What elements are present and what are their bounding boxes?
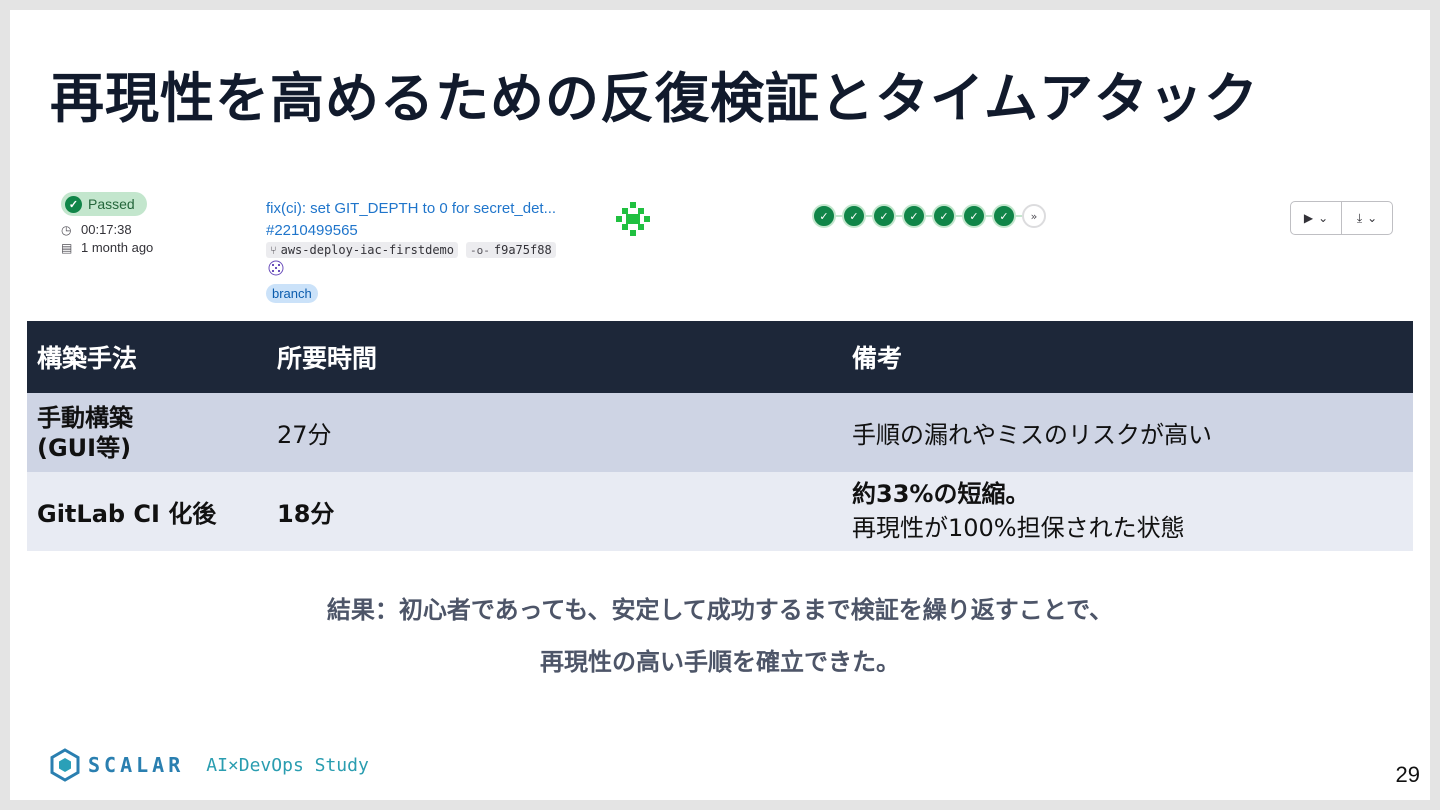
status-badge[interactable]: ✓ Passed [61,192,147,216]
conclusion-line-2: 再現性の高い手順を確立できた。 [540,648,900,676]
ref-row: ⑂ aws-deploy-iac-firstdemo -o- f9a75f88 [266,242,556,258]
chevron-down-icon: ⌄ [1318,211,1329,225]
stage-passed-icon[interactable]: ✓ [902,204,926,228]
duration-value: 00:17:38 [81,222,132,237]
check-circle-icon: ✓ [65,195,82,213]
commit-title-link[interactable]: fix(ci): set GIT_DEPTH to 0 for secret_d… [266,200,556,217]
page-number: 29 [1395,762,1420,787]
commit-sha-chip[interactable]: -o- f9a75f88 [466,242,556,258]
method-line: (GUI等) [37,433,132,462]
pipeline-actions: ▶ ⌄ ⤓ ⌄ [1290,201,1393,235]
header-time: 所要時間 [267,321,842,393]
user-avatar-icon[interactable] [614,200,652,238]
study-name: AI×DevOps Study [206,754,369,776]
download-icon: ⤓ [1356,210,1363,225]
comparison-table: 構築手法 所要時間 備考 手動構築 (GUI等) 27分 手順の漏れやミスのリス… [27,321,1413,551]
note-highlight: 約33%の短縮。 [852,479,1030,508]
branch-ref-chip[interactable]: ⑂ aws-deploy-iac-firstdemo [266,242,458,258]
cell-method: GitLab CI 化後 [27,472,267,551]
stage-passed-icon[interactable]: ✓ [872,204,896,228]
download-dropdown-button[interactable]: ⤓ ⌄ [1341,202,1392,234]
branch-tag[interactable]: branch [266,284,318,303]
duration: ◷ 00:17:38 [61,222,132,237]
run-dropdown-button[interactable]: ▶ ⌄ [1291,202,1341,234]
header-note: 備考 [842,321,1413,393]
conclusion-line-1: 結果：初心者であっても、安定して成功するまで検証を繰り返すことで、 [326,596,1114,624]
clock-icon: ◷ [61,222,72,237]
cell-note: 約33%の短縮。 再現性が100%担保された状態 [842,472,1413,551]
branch-ref-label: aws-deploy-iac-firstdemo [280,243,454,257]
stage-passed-icon[interactable]: ✓ [962,204,986,228]
status-label: Passed [88,196,135,212]
calendar-icon: ▤ [61,240,73,255]
stage-passed-icon[interactable]: ✓ [842,204,866,228]
table-row: GitLab CI 化後 18分 約33%の短縮。 再現性が100%担保された状… [27,472,1413,551]
table-header-row: 構築手法 所要時間 備考 [27,321,1413,393]
cell-note: 手順の漏れやミスのリスクが高い [842,393,1413,472]
stage-passed-icon[interactable]: ✓ [932,204,956,228]
note-detail: 再現性が100%担保された状態 [852,513,1185,542]
created-value: 1 month ago [81,240,154,255]
footer-logo: SCALAR AI×DevOps Study [48,748,369,782]
pipeline-row: ✓ Passed ◷ 00:17:38 ▤ 1 month ago fix(ci… [10,180,1430,320]
cell-time: 27分 [267,393,842,472]
created-time: ▤ 1 month ago [61,240,153,255]
chevron-down-icon: ⌄ [1367,211,1378,225]
cell-method: 手動構築 (GUI等) [27,393,267,472]
header-method: 構築手法 [27,321,267,393]
stage-passed-icon[interactable]: ✓ [992,204,1016,228]
slide: 再現性を高めるための反復検証とタイムアタック ✓ Passed ◷ 00:17:… [10,10,1430,800]
commit-sha-label: f9a75f88 [493,243,552,257]
scalar-logo-icon [50,748,80,782]
logo-text: SCALAR [88,753,185,777]
branch-icon: ⑂ [270,243,277,257]
pipeline-stages: ✓ ✓ ✓ ✓ ✓ ✓ ✓» [812,204,1046,228]
commit-icon: -o- [470,243,490,257]
table-row: 手動構築 (GUI等) 27分 手順の漏れやミスのリスクが高い [27,393,1413,472]
pipeline-id-link[interactable]: #2210499565 [266,222,358,239]
play-icon: ▶ [1303,211,1314,225]
user-avatar-small-icon[interactable] [268,260,284,276]
stage-passed-icon[interactable]: ✓ [812,204,836,228]
cell-time: 18分 [267,472,842,551]
slide-title: 再現性を高めるための反復検証とタイムアタック [50,67,1259,130]
downstream-stages-icon[interactable]: » [1022,204,1046,228]
method-line: 手動構築 [37,403,133,432]
